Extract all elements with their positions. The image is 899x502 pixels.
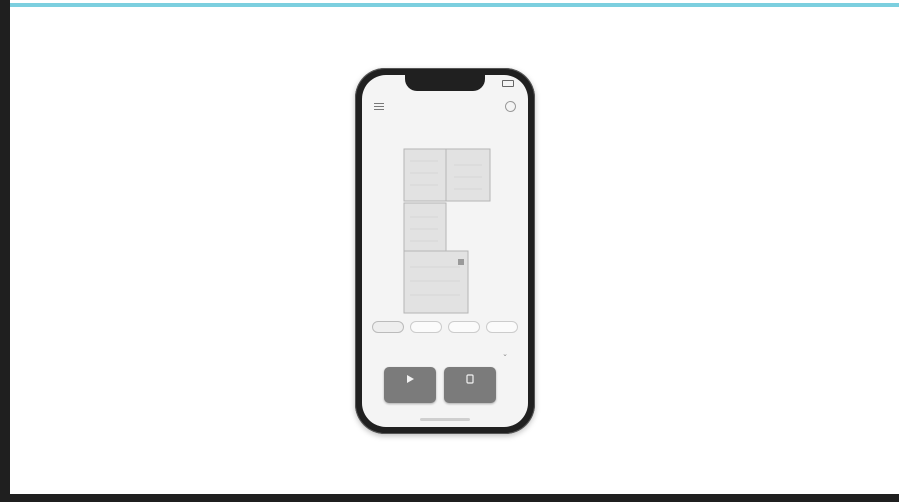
action-buttons [380,367,510,403]
dock-button[interactable] [444,367,496,403]
chevron-down-icon: ⌄ [502,351,508,358]
room-tab-3[interactable] [448,321,480,333]
phone-notch [405,75,485,91]
room-tabs [372,321,518,335]
dock-icon [466,374,474,384]
home-indicator [420,418,470,421]
room-3 [403,202,447,252]
start-clean-button[interactable] [384,367,436,403]
hamburger-menu-icon[interactable] [374,103,384,111]
room-2 [445,148,491,202]
room-tab-2[interactable] [410,321,442,333]
battery-icon [502,80,514,87]
floor-plan-map[interactable] [402,147,494,317]
room-1 [403,148,447,202]
phone-screen: ⌄ [362,75,528,427]
frame-left-border [0,0,10,502]
robot-marker [458,259,464,265]
room-tab-1[interactable] [372,321,404,333]
room-tab-4[interactable] [486,321,518,333]
accent-bar [10,3,899,7]
phone-mockup: ⌄ [355,68,535,434]
cleaning-mode-selector[interactable]: ⌄ [382,350,508,360]
settings-icon[interactable] [505,101,516,112]
frame-bottom-border [0,494,899,502]
play-icon [407,375,414,383]
